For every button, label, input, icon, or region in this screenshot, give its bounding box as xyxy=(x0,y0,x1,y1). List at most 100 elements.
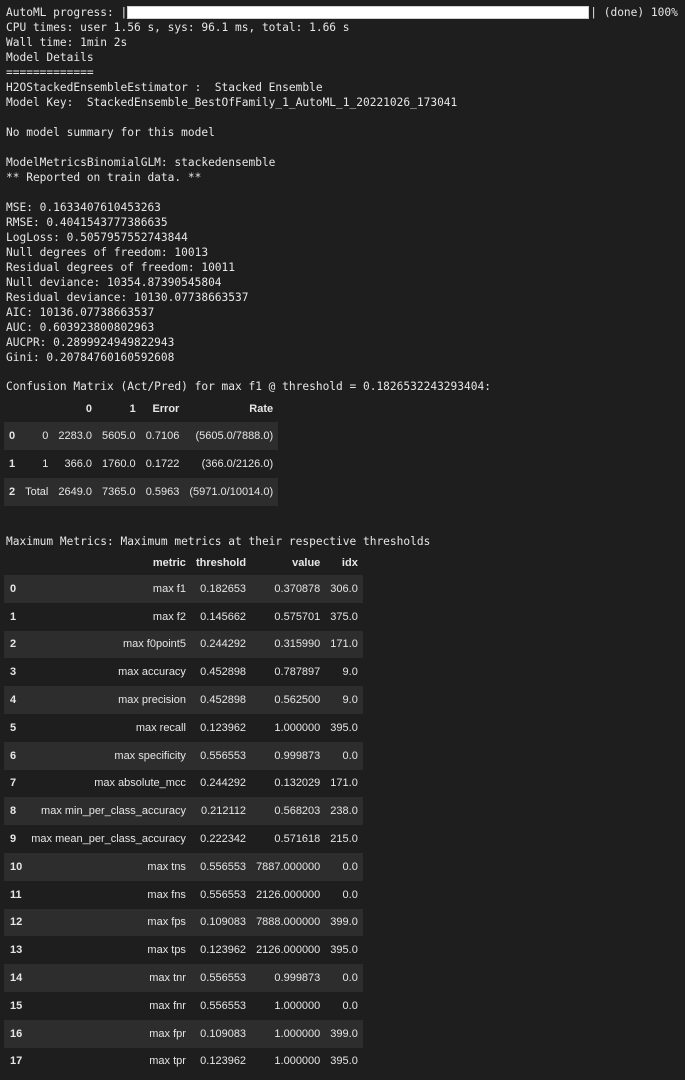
table-cell: Total xyxy=(25,486,49,498)
table-cell: max min_per_class_accuracy xyxy=(41,805,186,818)
log-line: ** Reported on train data. ** xyxy=(6,171,202,184)
table-cell: 0.556553 xyxy=(200,860,247,873)
maximum-metrics-title: Maximum Metrics: Maximum metrics at thei… xyxy=(6,535,431,548)
table-cell: 395.0 xyxy=(330,721,358,734)
row-index: 1 xyxy=(10,610,17,623)
row-index: 0 xyxy=(9,430,16,442)
table-cell: 0.182653 xyxy=(200,582,247,595)
table-cell: 0.109083 xyxy=(200,1027,247,1040)
table-cell: 7887.000000 xyxy=(256,860,321,873)
table-cell: (366.0/2126.0) xyxy=(201,458,274,470)
table-row: 15 max fnr 0.556553 1.000000 0.0 xyxy=(4,991,363,1020)
table-row: 6 max specificity 0.556553 0.999873 0.0 xyxy=(4,741,363,770)
table-cell: 0.315990 xyxy=(274,638,321,651)
table-cell: 0.123962 xyxy=(200,721,247,734)
table-row: 2 max f0point5 0.244292 0.315990 171.0 xyxy=(4,630,363,659)
table-cell: max f2 xyxy=(152,610,186,623)
table-cell: 0.0 xyxy=(342,972,358,985)
row-index: 17 xyxy=(10,1055,23,1068)
table-cell: 0.244292 xyxy=(200,638,247,651)
row-index: 7 xyxy=(10,777,17,790)
column-header xyxy=(4,396,20,422)
column-header xyxy=(4,551,26,575)
table-cell: 1760.0 xyxy=(102,458,136,470)
table-cell: 0.568203 xyxy=(274,805,321,818)
table-row: 11 max fns 0.556553 2126.000000 0.0 xyxy=(4,880,363,909)
progress-label: AutoML progress: | xyxy=(6,6,128,19)
table-cell: max mean_per_class_accuracy xyxy=(31,833,186,846)
table-cell: 9.0 xyxy=(342,666,358,679)
table-cell: max f0point5 xyxy=(122,638,186,651)
table-cell: 0.0 xyxy=(342,888,358,901)
table-cell: max specificity xyxy=(114,749,186,762)
column-header: value xyxy=(292,557,321,569)
table-cell: 0.370878 xyxy=(274,582,321,595)
table-cell: 0.212112 xyxy=(200,805,247,818)
table-cell: 0.999873 xyxy=(274,749,321,762)
table-cell: 375.0 xyxy=(330,610,358,623)
table-cell: 0.787897 xyxy=(274,666,321,679)
log-line: ModelMetricsBinomialGLM: stackedensemble xyxy=(6,156,276,169)
log-line: Residual deviance: 10130.07738663537 xyxy=(6,291,249,304)
table-cell: 0.556553 xyxy=(200,999,247,1012)
table-cell: 306.0 xyxy=(330,582,358,595)
table-cell: 5605.0 xyxy=(102,430,136,442)
table-cell: 0.562500 xyxy=(274,694,321,707)
log-line: AUCPR: 0.2899924949822943 xyxy=(6,336,175,349)
row-index: 12 xyxy=(10,916,23,929)
table-header-row: 0 1 Error Rate xyxy=(4,396,278,422)
confusion-matrix-title: Confusion Matrix (Act/Pred) for max f1 @… xyxy=(6,380,491,393)
table-cell: 7888.000000 xyxy=(256,916,321,929)
row-index: 13 xyxy=(10,944,23,957)
row-index: 4 xyxy=(10,694,17,707)
log-line: Wall time: 1min 2s xyxy=(6,36,128,49)
column-header xyxy=(20,396,53,422)
table-cell: 0.145662 xyxy=(200,610,247,623)
table-cell: (5605.0/7888.0) xyxy=(195,430,274,442)
row-index: 3 xyxy=(10,666,17,679)
table-cell: 0.1722 xyxy=(145,458,180,470)
table-cell: 0.999873 xyxy=(274,972,321,985)
log-line: No model summary for this model xyxy=(6,126,215,139)
log-line: Gini: 0.20784760160592608 xyxy=(6,351,175,364)
column-header: 1 xyxy=(129,403,136,415)
table-cell: 238.0 xyxy=(330,805,358,818)
table-cell: max absolute_mcc xyxy=(94,777,186,790)
log-line: H2OStackedEnsembleEstimator : Stacked En… xyxy=(6,81,323,94)
table-cell: 0.5963 xyxy=(145,486,180,498)
row-index: 11 xyxy=(10,888,22,901)
table-row: 12 max fps 0.109083 7888.000000 399.0 xyxy=(4,908,363,937)
table-cell: 1.000000 xyxy=(274,1055,321,1068)
table-row: 9 max mean_per_class_accuracy 0.222342 0.57… xyxy=(4,825,363,853)
table-cell: 2649.0 xyxy=(58,486,93,498)
row-index: 10 xyxy=(10,860,23,873)
table-row: 17 max tpr 0.123962 1.000000 395.0 xyxy=(4,1047,363,1076)
table-cell: 1.000000 xyxy=(274,721,321,734)
column-header: metric xyxy=(152,557,186,569)
row-index: 2 xyxy=(9,486,16,498)
row-index: 0 xyxy=(10,582,17,595)
table-cell: 395.0 xyxy=(330,944,358,957)
table-row: 5 max recall 0.123962 1.000000 395.0 xyxy=(4,713,363,742)
row-index: 16 xyxy=(10,1027,23,1040)
log-line: CPU times: user 1.56 s, sys: 96.1 ms, to… xyxy=(6,21,350,34)
table-cell: (5971.0/10014.0) xyxy=(189,486,274,498)
table-cell: max tpr xyxy=(149,1055,186,1068)
table-cell: 9.0 xyxy=(342,694,358,707)
table-row: 14 max tnr 0.556553 0.999873 0.0 xyxy=(4,964,363,992)
log-line: Null deviance: 10354.87390545804 xyxy=(6,276,222,289)
table-cell: 0 xyxy=(42,430,49,442)
table-cell: 0.123962 xyxy=(200,1055,247,1068)
table-cell: 2283.0 xyxy=(58,430,93,442)
table-cell: 399.0 xyxy=(330,916,358,929)
log-line: Null degrees of freedom: 10013 xyxy=(6,246,209,259)
table-row: 0 max f1 0.182653 0.370878 306.0 xyxy=(4,575,363,603)
table-cell: 1 xyxy=(42,458,49,470)
table-row: 7 max absolute_mcc 0.244292 0.132029 171.0 xyxy=(4,769,363,798)
table-cell: 0.556553 xyxy=(200,888,247,901)
table-cell: 1.000000 xyxy=(274,999,321,1012)
log-line: Residual degrees of freedom: 10011 xyxy=(6,261,236,274)
table-cell: max tnr xyxy=(149,972,186,985)
